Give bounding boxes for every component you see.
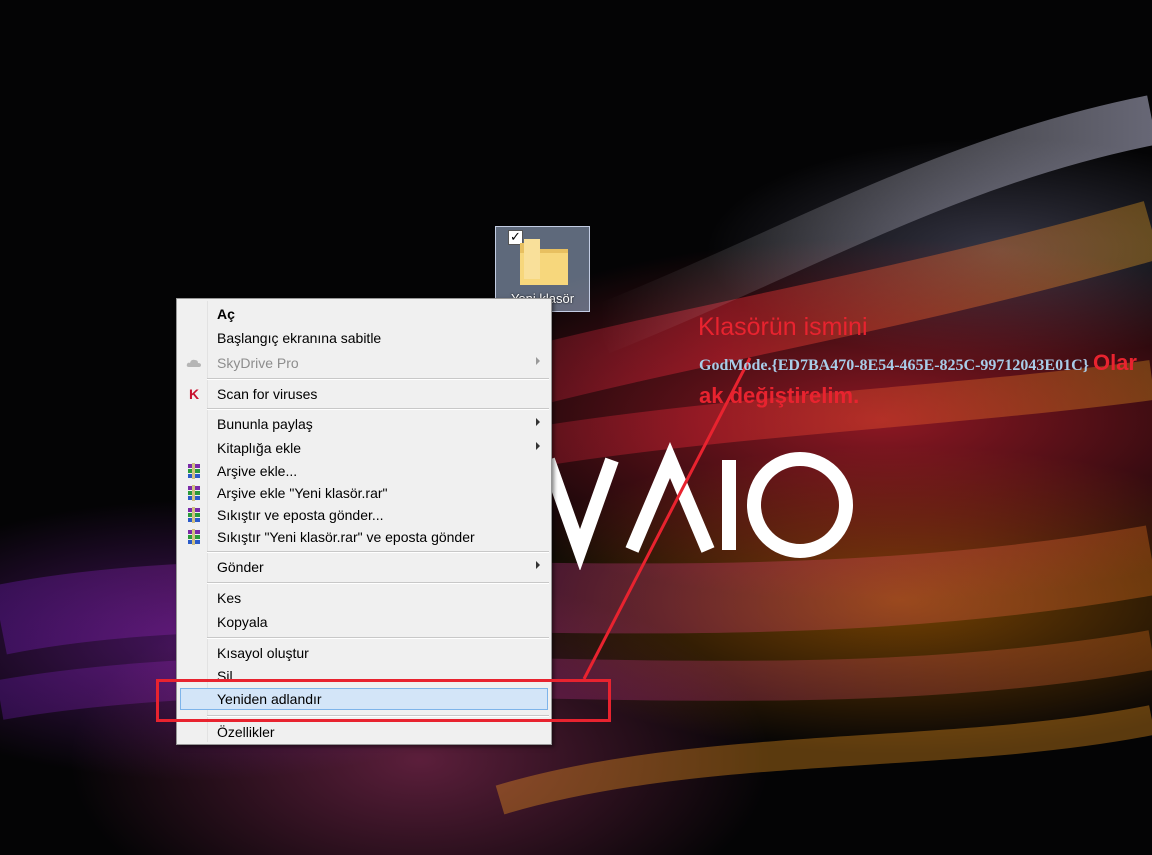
submenu-arrow-icon: [536, 357, 540, 365]
menu-item-properties[interactable]: Özellikler: [179, 721, 549, 743]
menu-item-label: Kitaplığa ekle: [217, 440, 302, 456]
menu-item-copy[interactable]: Kopyala: [179, 611, 549, 633]
menu-separator: [207, 551, 549, 553]
menu-item-label: Bununla paylaş: [217, 416, 313, 432]
menu-item-scan-viruses[interactable]: K Scan for viruses: [179, 383, 549, 405]
menu-item-create-shortcut[interactable]: Kısayol oluştur: [179, 642, 549, 664]
godmode-code-text: GodMode.{ED7BA470-8E54-465E-825C-9971204…: [699, 357, 1089, 374]
menu-item-add-to-rar[interactable]: Arşive ekle "Yeni klasör.rar": [179, 482, 549, 504]
menu-item-include-in-library[interactable]: Kitaplığa ekle: [179, 437, 549, 459]
desktop-wallpaper: [0, 95, 1152, 815]
menu-item-label: Başlangıç ekranına sabitle: [217, 330, 382, 346]
menu-item-open[interactable]: Aç: [179, 303, 549, 325]
menu-item-label: Sıkıştır "Yeni klasör.rar" ve eposta gön…: [217, 529, 475, 545]
vaio-logo: [541, 442, 853, 570]
menu-item-label: Sıkıştır ve eposta gönder...: [217, 507, 384, 523]
context-menu: Aç Başlangıç ekranına sabitle SkyDrive P…: [176, 298, 552, 745]
submenu-arrow-icon: [536, 561, 540, 569]
menu-item-send-to[interactable]: Gönder: [179, 556, 549, 578]
folder-icon: [520, 239, 568, 285]
menu-separator: [207, 582, 549, 584]
winrar-icon: [186, 529, 202, 545]
menu-item-compress-and-email[interactable]: Sıkıştır ve eposta gönder...: [179, 504, 549, 526]
winrar-icon: [186, 463, 202, 479]
menu-item-label: Arşive ekle...: [217, 463, 298, 479]
winrar-icon: [186, 507, 202, 523]
menu-item-label: SkyDrive Pro: [217, 355, 299, 371]
menu-separator: [207, 408, 549, 410]
menu-item-cut[interactable]: Kes: [179, 587, 549, 609]
menu-item-skydrive-pro[interactable]: SkyDrive Pro: [179, 352, 549, 374]
menu-item-share-with[interactable]: Bununla paylaş: [179, 413, 549, 435]
annotation-code: GodMode.{ED7BA470-8E54-465E-825C-9971204…: [699, 348, 1149, 414]
submenu-arrow-icon: [536, 442, 540, 450]
submenu-arrow-icon: [536, 418, 540, 426]
menu-item-label: Kes: [217, 590, 242, 606]
menu-separator: [207, 378, 549, 380]
menu-item-label: Scan for viruses: [217, 386, 318, 402]
menu-item-label: Kısayol oluştur: [217, 645, 309, 661]
menu-item-label: Kopyala: [217, 614, 268, 630]
annotation-highlight-box: [156, 679, 611, 722]
menu-item-compress-rar-and-email[interactable]: Sıkıştır "Yeni klasör.rar" ve eposta gön…: [179, 526, 549, 548]
cloud-icon: [186, 359, 201, 367]
menu-item-label: Gönder: [217, 559, 264, 575]
menu-item-pin-to-start[interactable]: Başlangıç ekranına sabitle: [179, 327, 549, 349]
annotation-title: Klasörün ismini: [698, 313, 868, 341]
menu-item-add-to-archive[interactable]: Arşive ekle...: [179, 460, 549, 482]
kaspersky-icon: K: [189, 386, 200, 402]
menu-item-label: Arşive ekle "Yeni klasör.rar": [217, 485, 388, 501]
menu-item-label: Aç: [217, 306, 235, 322]
winrar-icon: [186, 485, 202, 501]
menu-separator: [207, 637, 549, 639]
menu-item-label: Özellikler: [217, 724, 275, 740]
